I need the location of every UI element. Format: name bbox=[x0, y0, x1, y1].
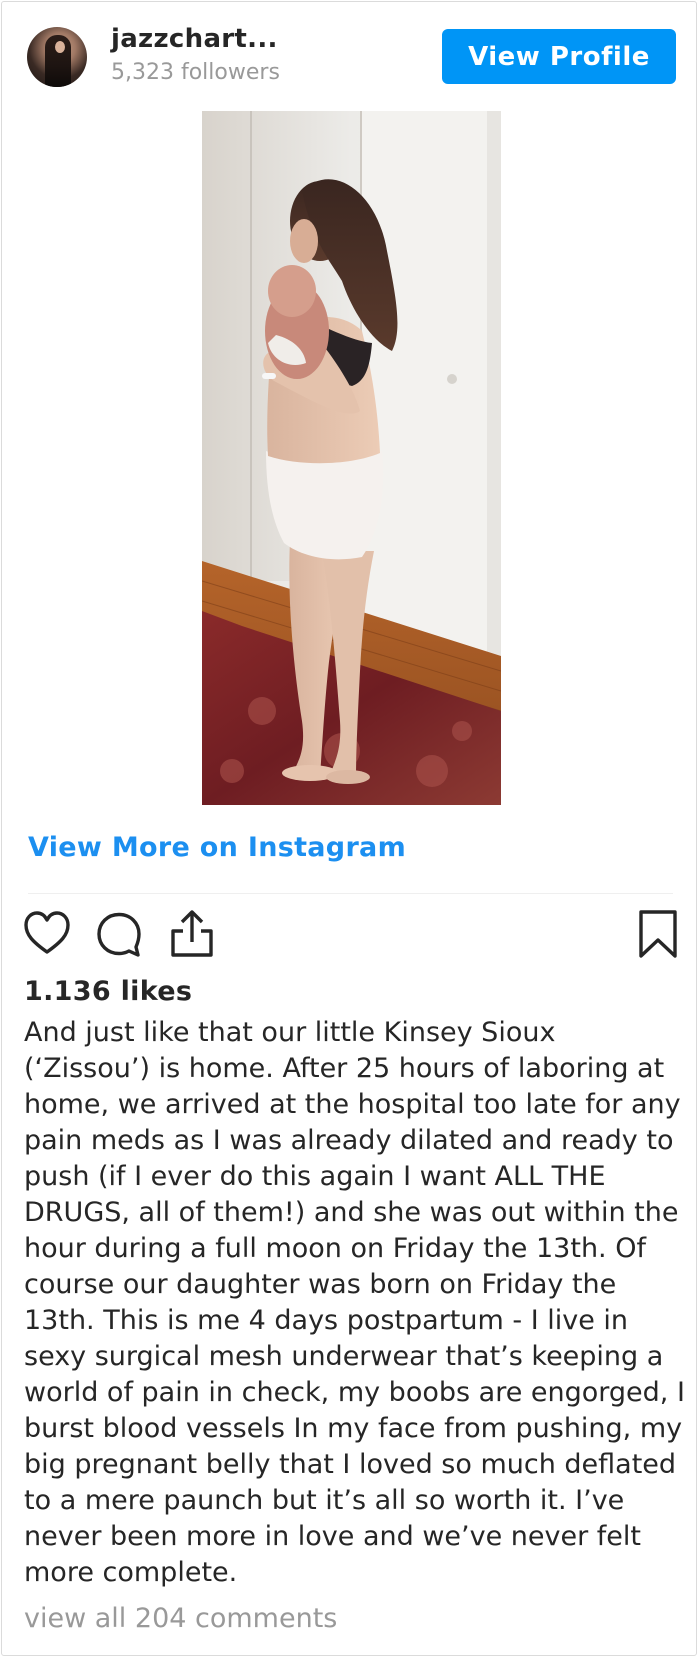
bookmark-icon[interactable] bbox=[634, 909, 682, 959]
post-caption: And just like that our little Kinsey Sio… bbox=[24, 1017, 685, 1588]
follower-count: 5,323 followers bbox=[111, 60, 280, 85]
post-header: jazzchart... 5,323 followers View Profil… bbox=[2, 2, 696, 102]
avatar[interactable] bbox=[27, 27, 87, 87]
like-count: 1.136 likes bbox=[24, 976, 193, 1007]
post-photo-image bbox=[202, 111, 501, 805]
heart-icon[interactable] bbox=[23, 909, 71, 959]
divider bbox=[28, 893, 673, 894]
view-profile-button[interactable]: View Profile bbox=[442, 29, 676, 84]
comment-icon[interactable] bbox=[95, 909, 143, 959]
instagram-embed-card: jazzchart... 5,323 followers View Profil… bbox=[1, 1, 697, 1656]
view-all-comments-link[interactable]: view all 204 comments bbox=[24, 1603, 337, 1634]
view-more-on-instagram-link[interactable]: View More on Instagram bbox=[28, 832, 406, 863]
username[interactable]: jazzchart... bbox=[111, 24, 278, 54]
share-icon[interactable] bbox=[168, 909, 216, 959]
post-photo[interactable] bbox=[202, 111, 501, 805]
